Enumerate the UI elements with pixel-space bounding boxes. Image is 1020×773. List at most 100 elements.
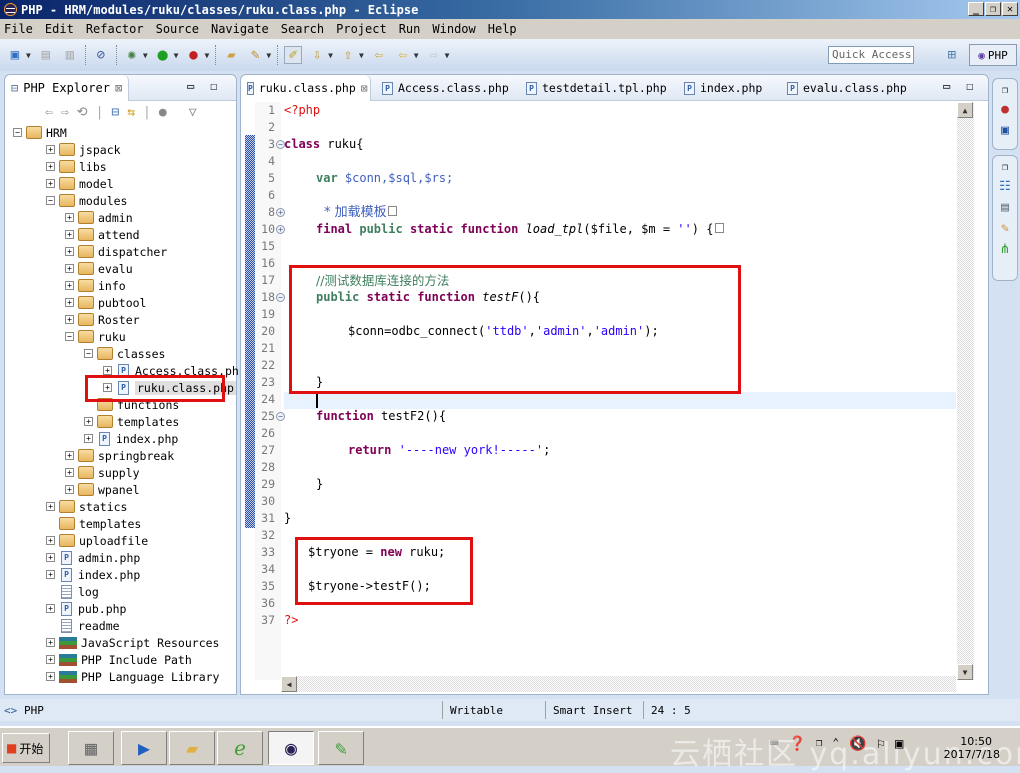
debug-dropdown-icon[interactable]: ▼ — [143, 51, 148, 60]
expand-icon[interactable]: + — [46, 553, 55, 562]
scroll-down-button[interactable]: ▼ — [957, 664, 973, 680]
tree-item[interactable]: + Ppub.php — [13, 600, 246, 617]
tree-item[interactable]: + Pindex.php — [13, 566, 246, 583]
folded-block-icon[interactable] — [715, 223, 725, 233]
collapse-icon[interactable]: − — [46, 196, 55, 205]
close-button[interactable]: ✕ — [1002, 2, 1018, 16]
new-dropdown-icon[interactable]: ▼ — [26, 51, 31, 60]
tree-item[interactable]: + model — [13, 175, 246, 192]
external-tools-icon[interactable]: ● — [184, 46, 202, 64]
minimize-view-icon[interactable]: ▭ — [187, 79, 194, 93]
tree-item[interactable]: − classes — [13, 345, 246, 362]
network-icon[interactable]: ▣ — [895, 736, 903, 752]
expand-icon[interactable]: + — [65, 230, 74, 239]
menu-navigate[interactable]: Navigate — [211, 22, 269, 36]
tree-item[interactable]: + info — [13, 277, 246, 294]
server-manager-task[interactable]: ▦ — [68, 731, 114, 765]
new-icon[interactable]: ▣ — [6, 46, 24, 64]
tree-item[interactable]: − ruku — [13, 328, 246, 345]
console-icon[interactable]: ▣ — [1001, 123, 1009, 138]
start-button[interactable]: ■ 开始 — [2, 733, 50, 763]
tab-testdetail-tpl[interactable]: P testdetail.tpl.php — [526, 75, 667, 101]
expand-icon[interactable]: + — [46, 502, 55, 511]
menu-edit[interactable]: Edit — [45, 22, 74, 36]
view-menu-icon[interactable]: ▽ — [189, 105, 197, 120]
collapse-fold-icon[interactable]: − — [276, 412, 285, 421]
save-all-icon[interactable]: ▥ — [61, 46, 79, 64]
outline-icon[interactable]: ☷ — [999, 179, 1011, 194]
pen-icon[interactable]: ✎ — [246, 46, 264, 64]
tree-item[interactable]: + statics — [13, 498, 246, 515]
tree-item[interactable]: + dispatcher — [13, 243, 246, 260]
tree-item[interactable]: + admin — [13, 209, 246, 226]
minimize-editor-icon[interactable]: ▭ — [943, 79, 950, 93]
powershell-task[interactable]: ▶ — [121, 731, 167, 765]
expand-icon[interactable]: + — [65, 247, 74, 256]
tree-item[interactable]: + attend — [13, 226, 246, 243]
tree-item[interactable]: + evalu — [13, 260, 246, 277]
expand-icon[interactable]: + — [65, 264, 74, 273]
expand-fold-icon[interactable]: + — [276, 225, 285, 234]
last-edit-icon[interactable]: ⇦ — [370, 46, 388, 64]
pen-dropdown-icon[interactable]: ▼ — [266, 51, 271, 60]
prev-annotation-dropdown-icon[interactable]: ▼ — [359, 51, 364, 60]
tree-item[interactable]: + libs — [13, 158, 246, 175]
expand-icon[interactable]: + — [65, 281, 74, 290]
restore-stack-icon[interactable]: ❐ — [1002, 85, 1008, 96]
minimize-button[interactable]: _ — [968, 2, 984, 16]
run-icon[interactable]: ● — [154, 45, 172, 65]
menu-source[interactable]: Source — [156, 22, 199, 36]
tree-item[interactable]: + pubtool — [13, 294, 246, 311]
collapse-icon[interactable]: − — [13, 128, 22, 137]
expand-icon[interactable]: + — [46, 145, 55, 154]
tab-access-class[interactable]: P Access.class.php — [382, 75, 509, 101]
next-annotation-icon[interactable]: ⇩ — [308, 46, 326, 64]
vertical-scrollbar[interactable]: ▲ ▼ — [957, 102, 974, 680]
collapse-icon[interactable]: − — [84, 349, 93, 358]
tab-evalu-class[interactable]: P evalu.class.php — [787, 75, 907, 101]
show-hidden-icons[interactable]: ⌃ — [833, 736, 840, 752]
tab-index[interactable]: P index.php — [684, 75, 762, 101]
expand-icon[interactable]: + — [65, 315, 74, 324]
eclipse-task[interactable]: ◉ — [268, 731, 314, 765]
collapse-fold-icon[interactable]: − — [276, 293, 285, 302]
volume-muted-icon[interactable]: 🔇 — [849, 736, 866, 752]
menu-refactor[interactable]: Refactor — [86, 22, 144, 36]
close-icon[interactable]: ⊠ — [115, 81, 122, 95]
tree-item[interactable]: + JavaScript Resources — [13, 634, 246, 651]
maximize-editor-icon[interactable]: ☐ — [966, 79, 973, 93]
tree-item[interactable]: + jspack — [13, 141, 246, 158]
tree-item[interactable]: + Roster — [13, 311, 246, 328]
collapse-icon[interactable]: − — [65, 332, 74, 341]
restore-button[interactable]: ❐ — [985, 2, 1001, 16]
prev-annotation-icon[interactable]: ⇧ — [339, 46, 357, 64]
expand-icon[interactable]: + — [46, 162, 55, 171]
folded-block-icon[interactable] — [387, 206, 397, 216]
expand-icon[interactable]: + — [46, 604, 55, 613]
expand-icon[interactable]: + — [84, 434, 93, 443]
tab-php-explorer[interactable]: ⊟ PHP Explorer ⊠ — [5, 75, 129, 101]
expand-icon[interactable]: + — [46, 570, 55, 579]
quick-access-input[interactable]: Quick Access — [828, 46, 914, 64]
clock[interactable]: 10:50 2017/7/18 — [920, 731, 1020, 765]
expand-fold-icon[interactable]: + — [276, 208, 285, 217]
menu-project[interactable]: Project — [336, 22, 387, 36]
expand-icon[interactable]: + — [65, 213, 74, 222]
expand-icon[interactable]: + — [65, 451, 74, 460]
expand-icon[interactable]: + — [46, 655, 55, 664]
pen-icon[interactable]: ✎ — [1001, 221, 1009, 236]
debug-icon[interactable]: ✺ — [123, 46, 141, 64]
expand-icon[interactable]: + — [65, 485, 74, 494]
horizontal-scrollbar[interactable]: ◀ — [281, 676, 956, 692]
expand-icon[interactable]: + — [46, 179, 55, 188]
action-center-flag-icon[interactable]: ⚐ — [877, 736, 885, 752]
external-tools-dropdown-icon[interactable]: ▼ — [204, 51, 209, 60]
expand-icon[interactable]: + — [65, 298, 74, 307]
close-tab-icon[interactable]: ⊠ — [361, 81, 368, 95]
php-perspective-button[interactable]: ◉ PHP — [969, 44, 1017, 66]
back-icon[interactable]: ⇦ — [394, 46, 412, 64]
menu-help[interactable]: Help — [488, 22, 517, 36]
next-annotation-dropdown-icon[interactable]: ▼ — [328, 51, 333, 60]
maximize-view-icon[interactable]: ☐ — [210, 79, 217, 93]
expand-icon[interactable]: + — [46, 672, 55, 681]
